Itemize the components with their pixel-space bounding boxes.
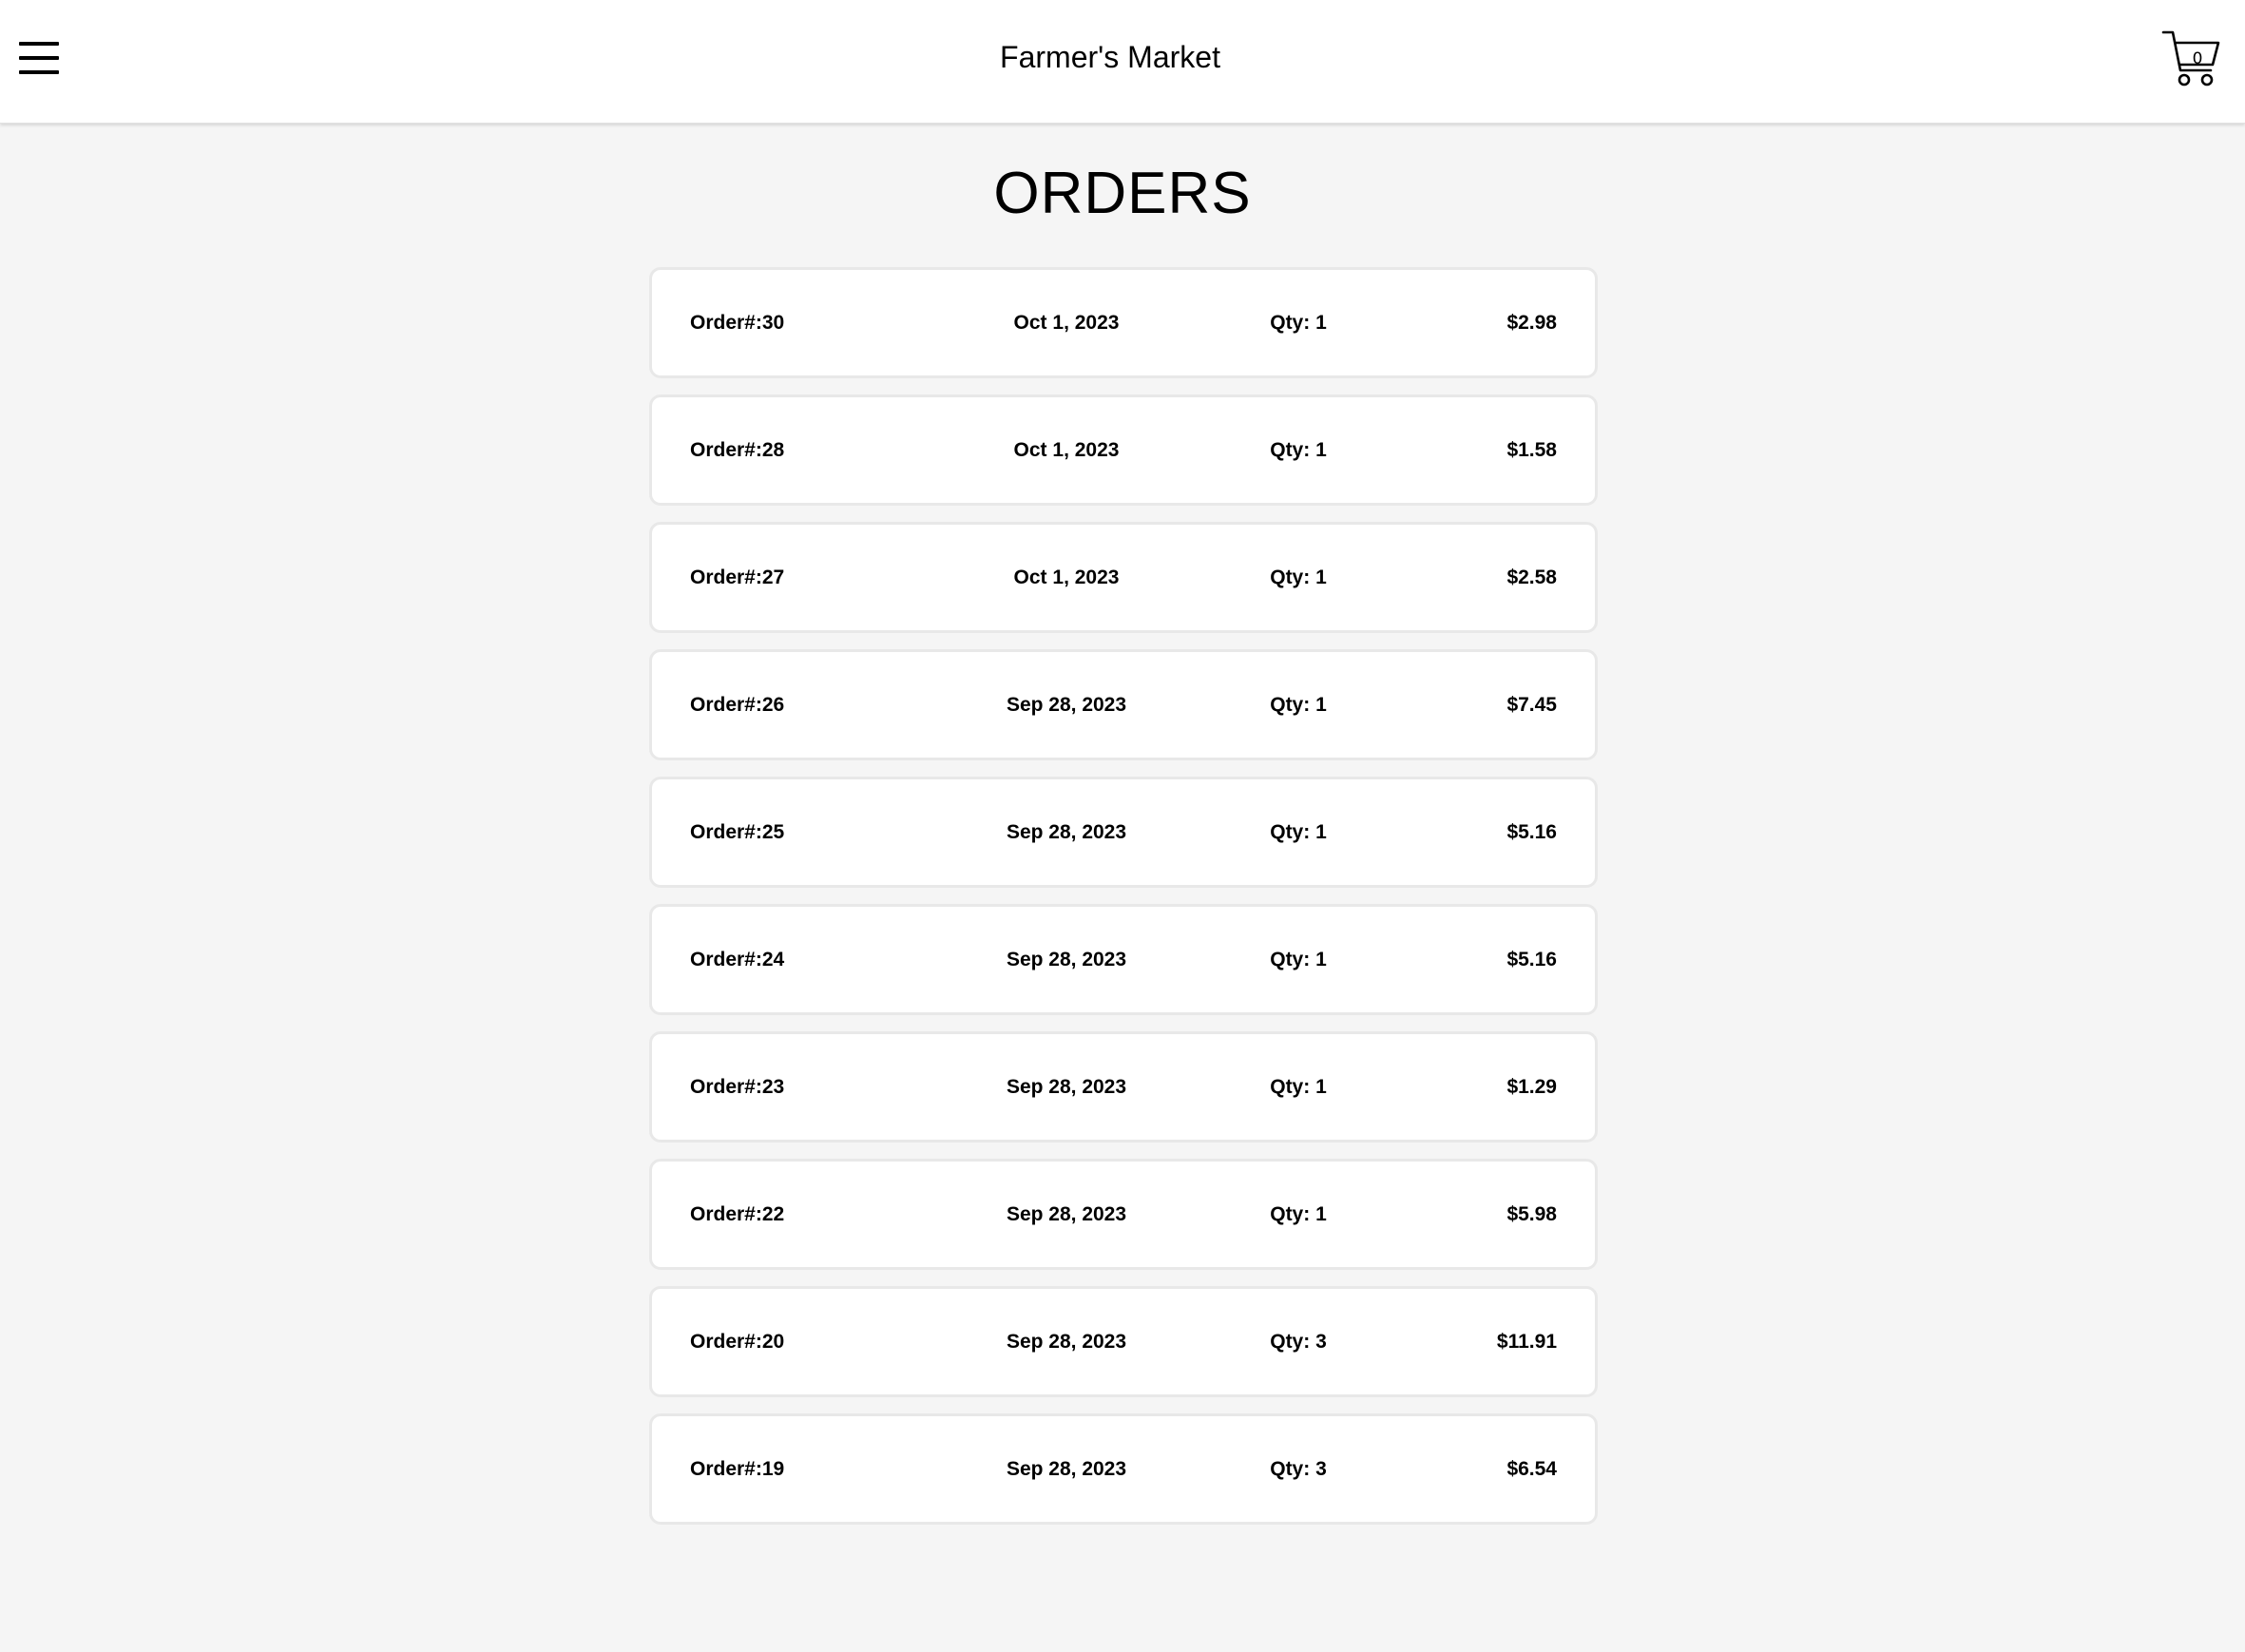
order-card[interactable]: Order#:22 Sep 28, 2023 Qty: 1 $5.98	[649, 1159, 1598, 1270]
order-quantity: Qty: 1	[1270, 694, 1327, 716]
order-total: $5.16	[1506, 949, 1557, 970]
order-total: $1.29	[1506, 1076, 1557, 1098]
order-quantity: Qty: 1	[1270, 949, 1327, 970]
order-number: Order#:22	[690, 1203, 785, 1225]
order-quantity: Qty: 1	[1270, 1076, 1327, 1098]
order-date: Oct 1, 2023	[1013, 312, 1120, 334]
order-date: Sep 28, 2023	[1006, 1331, 1127, 1353]
order-total: $2.98	[1506, 312, 1557, 334]
order-number: Order#:24	[690, 949, 785, 970]
order-number: Order#:28	[690, 439, 785, 461]
order-card[interactable]: Order#:27 Oct 1, 2023 Qty: 1 $2.58	[649, 522, 1598, 633]
top-navigation-bar: Farmer's Market 0	[0, 0, 2245, 124]
order-date: Sep 28, 2023	[1006, 1458, 1127, 1480]
order-date: Sep 28, 2023	[1006, 1076, 1127, 1098]
order-quantity: Qty: 3	[1270, 1331, 1327, 1353]
order-card[interactable]: Order#:19 Sep 28, 2023 Qty: 3 $6.54	[649, 1413, 1598, 1525]
order-date: Sep 28, 2023	[1006, 1203, 1127, 1225]
order-total: $5.16	[1506, 821, 1557, 843]
order-date: Oct 1, 2023	[1013, 567, 1120, 588]
order-card[interactable]: Order#:25 Sep 28, 2023 Qty: 1 $5.16	[649, 777, 1598, 888]
order-date: Sep 28, 2023	[1006, 949, 1127, 970]
order-quantity: Qty: 1	[1270, 439, 1327, 461]
order-total: $11.91	[1496, 1331, 1557, 1353]
order-total: $5.98	[1506, 1203, 1557, 1225]
order-quantity: Qty: 1	[1270, 567, 1327, 588]
order-card[interactable]: Order#:28 Oct 1, 2023 Qty: 1 $1.58	[649, 394, 1598, 506]
order-number: Order#:19	[690, 1458, 785, 1480]
order-date: Sep 28, 2023	[1006, 821, 1127, 843]
order-card[interactable]: Order#:20 Sep 28, 2023 Qty: 3 $11.91	[649, 1286, 1598, 1397]
order-number: Order#:27	[690, 567, 785, 588]
orders-list: Order#:30 Oct 1, 2023 Qty: 1 $2.98 Order…	[649, 267, 1598, 1541]
order-number: Order#:20	[690, 1331, 785, 1353]
cart-count-badge: 0	[2192, 49, 2203, 68]
order-number: Order#:30	[690, 312, 785, 334]
order-total: $7.45	[1506, 694, 1557, 716]
order-number: Order#:23	[690, 1076, 785, 1098]
order-total: $2.58	[1506, 567, 1557, 588]
order-total: $6.54	[1506, 1458, 1557, 1480]
page-title: ORDERS	[993, 161, 1252, 226]
order-date: Oct 1, 2023	[1013, 439, 1120, 461]
order-number: Order#:26	[690, 694, 785, 716]
order-quantity: Qty: 1	[1270, 312, 1327, 334]
app-title[interactable]: Farmer's Market	[0, 40, 2220, 75]
order-quantity: Qty: 1	[1270, 1203, 1327, 1225]
order-total: $1.58	[1506, 439, 1557, 461]
order-quantity: Qty: 3	[1270, 1458, 1327, 1480]
order-card[interactable]: Order#:26 Sep 28, 2023 Qty: 1 $7.45	[649, 649, 1598, 760]
order-quantity: Qty: 1	[1270, 821, 1327, 843]
cart-button[interactable]: 0	[2161, 29, 2222, 89]
order-date: Sep 28, 2023	[1006, 694, 1127, 716]
order-card[interactable]: Order#:23 Sep 28, 2023 Qty: 1 $1.29	[649, 1031, 1598, 1143]
order-card[interactable]: Order#:30 Oct 1, 2023 Qty: 1 $2.98	[649, 267, 1598, 378]
order-number: Order#:25	[690, 821, 785, 843]
order-card[interactable]: Order#:24 Sep 28, 2023 Qty: 1 $5.16	[649, 904, 1598, 1015]
